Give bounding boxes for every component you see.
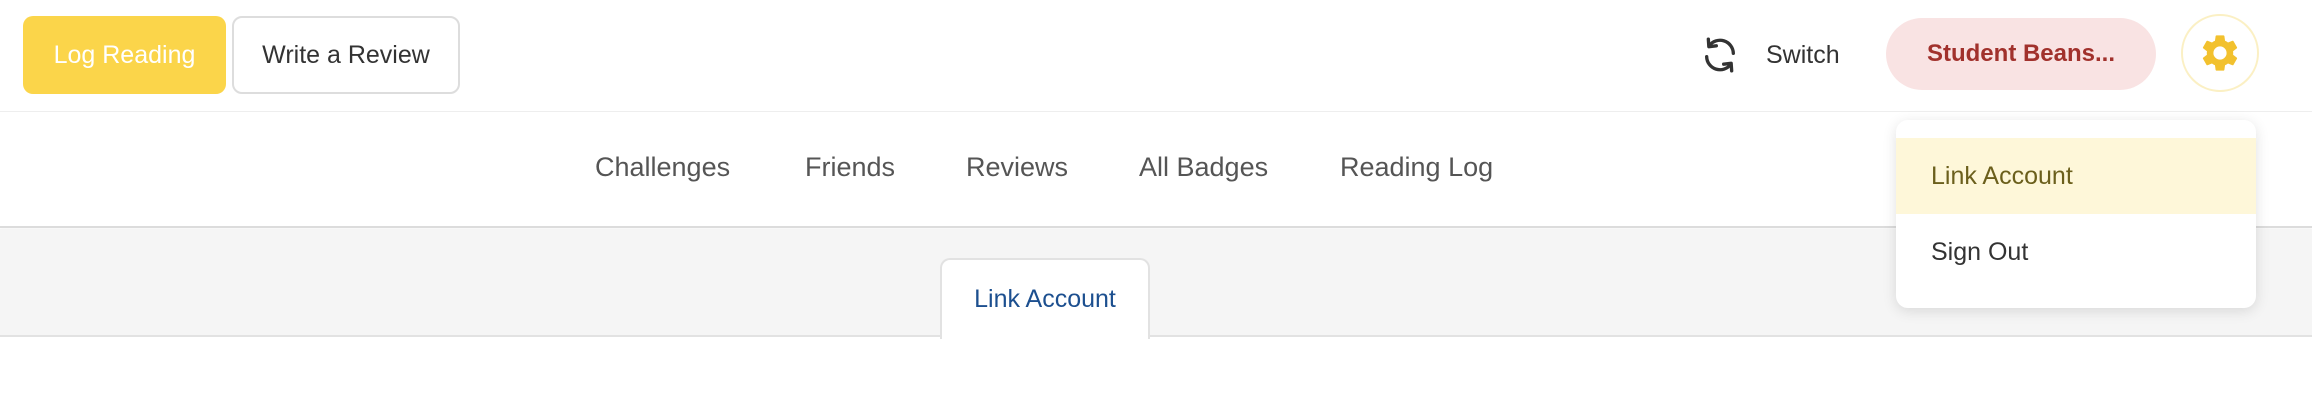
nav-item-reading-log[interactable]: Reading Log — [1340, 152, 1493, 183]
menu-item-link-account[interactable]: Link Account — [1896, 138, 2256, 214]
nav-item-challenges[interactable]: Challenges — [595, 152, 730, 183]
tab-link-account[interactable]: Link Account — [940, 258, 1150, 339]
switch-label: Switch — [1766, 40, 1840, 69]
log-reading-button[interactable]: Log Reading — [23, 16, 226, 94]
nav-item-all-badges[interactable]: All Badges — [1139, 152, 1268, 183]
menu-item-sign-out[interactable]: Sign Out — [1896, 214, 2256, 290]
nav-item-friends[interactable]: Friends — [805, 152, 895, 183]
user-menu-button[interactable]: Student Beans... — [1886, 18, 2156, 90]
nav-item-reviews[interactable]: Reviews — [966, 152, 1068, 183]
switch-button[interactable]: Switch — [1700, 30, 1840, 80]
settings-dropdown-menu: Link Account Sign Out — [1896, 120, 2256, 308]
write-review-button[interactable]: Write a Review — [232, 16, 460, 94]
top-bar: Log Reading Write a Review Switch Studen… — [0, 0, 2312, 112]
gear-icon — [2202, 35, 2238, 71]
refresh-icon — [1705, 37, 1735, 73]
settings-button[interactable] — [2181, 14, 2259, 92]
